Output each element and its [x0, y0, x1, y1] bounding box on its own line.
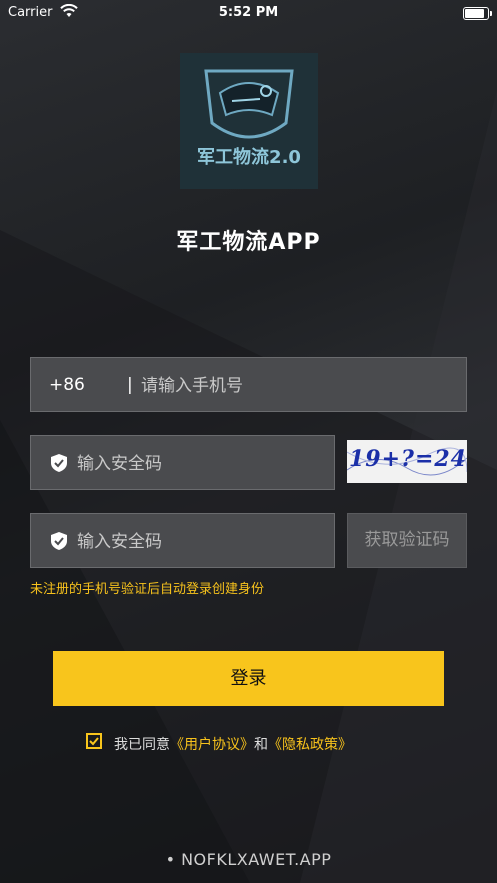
registration-hint: 未注册的手机号验证后自动登录创建身份: [30, 582, 265, 597]
privacy-policy-link[interactable]: 《隐私政策》: [268, 737, 352, 753]
country-code[interactable]: +86: [49, 375, 85, 395]
security-code-field[interactable]: [30, 435, 335, 490]
agreement-conjunction: 和: [254, 737, 268, 753]
battery-icon: [463, 7, 492, 20]
captcha-image[interactable]: 19+?=24: [347, 440, 467, 483]
status-time: 5:52 PM: [218, 5, 279, 20]
app-title: 军工物流APP: [176, 230, 321, 255]
captcha-text: 19+?=24: [349, 446, 467, 472]
get-verification-code-button[interactable]: 获取验证码: [347, 513, 467, 568]
app-logo: 军工物流2.0: [180, 53, 318, 189]
checkmark-icon: [89, 737, 99, 746]
sms-code-input[interactable]: [75, 529, 319, 555]
security-code-input[interactable]: [75, 451, 319, 477]
status-bar: Carrier 5:52 PM: [0, 0, 497, 26]
field-separator: |: [127, 375, 133, 395]
phone-input[interactable]: [139, 373, 443, 399]
phone-field[interactable]: +86 |: [30, 357, 467, 412]
agreement-checkbox[interactable]: [86, 733, 102, 749]
shield-check-icon: [51, 532, 67, 550]
sms-code-field[interactable]: [30, 513, 335, 568]
footer-domain: • NOFKLXAWET.APP: [165, 850, 332, 869]
login-button[interactable]: 登录: [53, 651, 444, 706]
logo-text: 军工物流2.0: [197, 147, 301, 168]
agreement-prefix: 我已同意: [114, 737, 170, 753]
user-agreement-link[interactable]: 《用户协议》: [170, 737, 254, 753]
shield-check-icon: [51, 454, 67, 472]
